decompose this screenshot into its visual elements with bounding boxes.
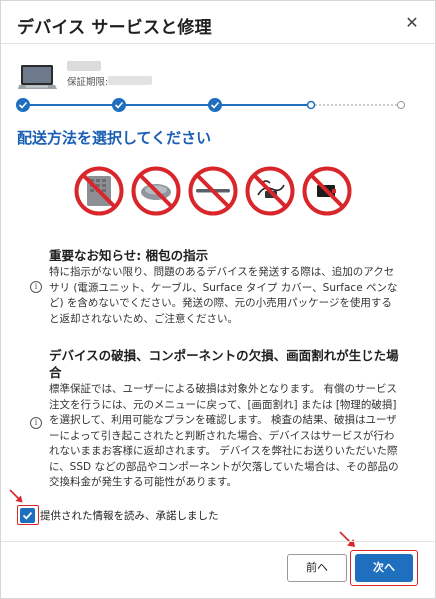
section-title: 配送方法を選択してください (17, 129, 212, 147)
device-name-redacted (67, 61, 101, 71)
notice-packing-heading: 重要なお知らせ: 梱包の指示 (49, 248, 209, 263)
progress-stepper (16, 98, 405, 112)
no-mouse-icon (131, 166, 181, 216)
notice-packing-body: 特に指示がない限り、問題のあるデバイスを発送する際は、追加のアクセサリ (電源ユ… (49, 266, 398, 325)
dialog: デバイス サービスと修理 ✕ 保証期限: 配送方法を選択してください i 重要な… (0, 0, 436, 599)
header-divider (1, 43, 435, 44)
step-2-complete (112, 98, 126, 112)
notice-damage-heading: デバイスの破損、コンポーネントの欠損、画面割れが生じた場合 (49, 348, 399, 380)
notice-damage-body: 標準保証では、ユーザーによる破損は対象外となります。 有償のサービス注文を行うに… (49, 383, 399, 488)
step-4-current (306, 100, 316, 110)
footer-divider (1, 541, 435, 542)
agreement-checkbox[interactable] (20, 508, 35, 523)
surface-device-icon (18, 65, 57, 89)
no-accessory-icon (302, 166, 352, 216)
notice-packing: 重要なお知らせ: 梱包の指示 特に指示がない限り、問題のあるデバイスを発送する際… (49, 247, 399, 327)
step-1-complete (16, 98, 30, 112)
step-3-complete (208, 98, 222, 112)
warranty-date-redacted (108, 76, 152, 85)
no-keyboard-cover-icon (74, 166, 124, 216)
step-5-pending (397, 101, 405, 109)
next-button[interactable]: 次へ (355, 554, 413, 582)
info-icon: i (30, 281, 42, 293)
info-icon: i (30, 417, 42, 429)
no-power-supply-icon (245, 166, 295, 216)
notice-damage: デバイスの破損、コンポーネントの欠損、画面割れが生じた場合 標準保証では、ユーザ… (49, 347, 399, 491)
close-icon[interactable]: ✕ (403, 14, 421, 32)
agreement-label[interactable]: 提供された情報を読み、承諾しました (40, 508, 219, 523)
no-pen-icon (188, 166, 238, 216)
annotation-arrow-icon (9, 489, 23, 503)
prev-button[interactable]: 前へ (287, 554, 347, 582)
warranty-label: 保証期限: (67, 77, 109, 88)
checkmark-icon (22, 511, 33, 520)
dialog-title: デバイス サービスと修理 (17, 18, 212, 38)
